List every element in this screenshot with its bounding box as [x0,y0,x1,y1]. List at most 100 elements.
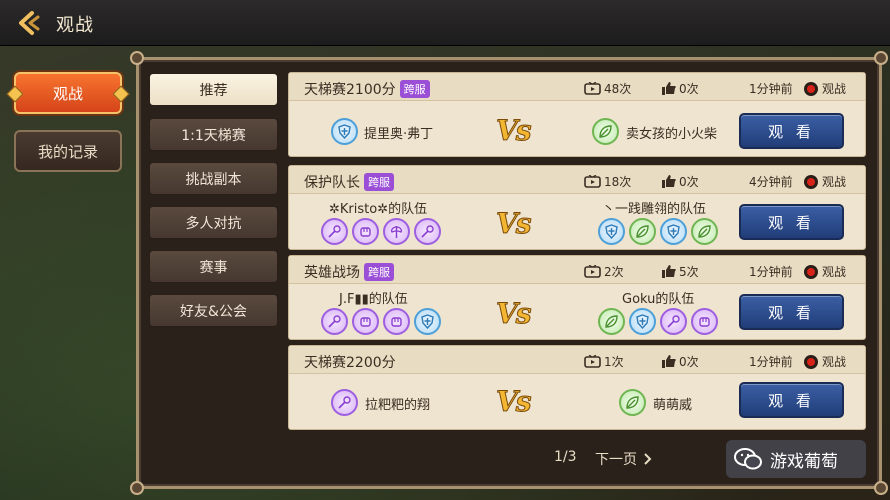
view-count: 18次 [604,175,632,189]
shield-class-icon [636,314,649,329]
record-live-icon [804,354,818,369]
hero-avatar [352,218,379,245]
hero-avatar [592,118,619,145]
watermark: 游戏葡萄 [726,440,866,478]
vs-badge: Vs [496,297,532,331]
hero-avatar [321,218,348,245]
tv-icon [584,355,601,368]
category-friends-guild[interactable]: 好友&公会 [149,294,278,327]
hero-avatar [414,308,441,335]
leaf-class-icon [626,396,639,409]
like-count: 5次 [679,265,699,279]
shield-class-icon [338,124,351,139]
fist-class-icon [699,317,710,327]
match-time: 1分钟前 [749,355,793,369]
right-team-name: Goku的队伍 [622,292,695,307]
leaf-class-icon [599,125,612,138]
hero-avatar [629,308,656,335]
thumbs-up-icon [662,175,676,188]
vs-badge: Vs [496,114,532,148]
category-challenge-dungeon[interactable]: 挑战副本 [149,162,278,195]
shield-class-icon [421,314,434,329]
hero-avatar [321,308,348,335]
tab-spectate[interactable]: 观战 [14,72,122,114]
staff-class-icon [667,315,680,328]
watch-button[interactable]: 观 看 [739,382,844,418]
axe-class-icon [391,226,402,238]
hero-avatar [383,218,410,245]
match-title: 天梯赛2200分 [304,355,396,371]
view-count: 48次 [604,82,632,96]
hero-avatar [598,308,625,335]
right-team-name: 丶一践雕翎的队伍 [602,202,707,217]
staff-class-icon [338,396,351,409]
page-indicator: 1/3 [554,449,577,465]
match-card: 英雄战场 跨服 2次 5次 1分钟前 观战 J.F▮▮的队伍 Vs Goku的队… [288,255,866,340]
spectate-label: 观战 [822,175,847,189]
page-title: 观战 [56,15,94,36]
back-button[interactable] [12,7,44,39]
watch-button[interactable]: 观 看 [739,294,844,330]
category-multiplayer[interactable]: 多人对抗 [149,206,278,239]
vs-badge: Vs [496,207,532,241]
view-count: 1次 [604,355,624,369]
wechat-logo-icon [734,448,762,470]
match-title: 天梯赛2100分 [304,82,396,98]
cross-server-badge: 跨服 [364,173,394,191]
hero-avatar [691,308,718,335]
left-team-name: J.F▮▮的队伍 [339,292,408,307]
category-tournament[interactable]: 赛事 [149,250,278,283]
cross-server-badge: 跨服 [399,80,430,98]
fist-class-icon [360,227,371,237]
category-recommended[interactable]: 推荐 [149,73,278,106]
thumbs-up-icon [662,82,676,95]
frame-corner-ornament [130,481,144,495]
hero-avatar [352,308,379,335]
match-header: 英雄战场 跨服 2次 5次 1分钟前 观战 [289,256,865,284]
right-team-name: 卖女孩的小火柴 [626,127,718,142]
hero-avatar [629,218,656,245]
tv-icon [584,175,601,188]
match-card: 保护队长 跨服 18次 0次 4分钟前 观战 ✲Kristo✲的队伍 Vs 丶一… [288,165,866,250]
match-title: 英雄战场 [304,265,360,281]
hero-avatar [598,218,625,245]
back-arrow-icon [19,11,40,35]
right-team-name: 萌萌威 [653,398,693,413]
like-count: 0次 [679,355,699,369]
watermark-text: 游戏葡萄 [770,451,838,472]
leaf-class-icon [636,225,649,238]
match-time: 1分钟前 [749,82,793,96]
spectate-label: 观战 [822,265,847,279]
hero-avatar [383,308,410,335]
tv-icon [584,82,601,95]
staff-class-icon [328,225,341,238]
fist-class-icon [391,317,402,327]
left-team-name: ✲Kristo✲的队伍 [329,202,428,217]
spectate-label: 观战 [822,355,847,369]
like-count: 0次 [679,82,699,96]
watch-button[interactable]: 观 看 [739,204,844,240]
spectate-label: 观战 [822,82,847,96]
hero-avatar [331,389,358,416]
hero-avatar [414,218,441,245]
hero-avatar [331,118,358,145]
watch-button[interactable]: 观 看 [739,113,844,149]
tab-my-records[interactable]: 我的记录 [14,130,122,172]
chevron-right-icon [644,453,652,465]
shield-class-icon [605,224,618,239]
leaf-class-icon [698,225,711,238]
category-ladder[interactable]: 1:1天梯赛 [149,118,278,151]
next-page-label: 下一页 [595,452,637,468]
left-team-name: 拉粑粑的翔 [365,398,431,413]
fist-class-icon [360,317,371,327]
record-live-icon [804,174,818,189]
next-page-button[interactable]: 下一页 [595,449,652,469]
frame-corner-ornament [874,51,888,65]
match-time: 1分钟前 [749,265,793,279]
shield-class-icon [667,224,680,239]
match-list: 天梯赛2100分 跨服 48次 0次 1分钟前 观战 提里奥·弗丁 Vs 卖女孩… [288,72,866,432]
thumbs-up-icon [662,355,676,368]
match-title: 保护队长 [304,175,360,191]
match-header: 天梯赛2200分 1次 0次 1分钟前 观战 [289,346,865,374]
tv-icon [584,265,601,278]
